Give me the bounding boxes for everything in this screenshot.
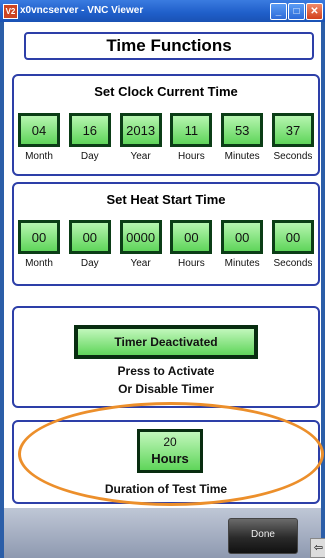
clock-year-button[interactable]: 2013 (119, 113, 162, 147)
heat-month-button[interactable]: 00 (18, 220, 60, 254)
clock-hours-field: 11 Hours (170, 113, 213, 162)
clock-day-button[interactable]: 16 (68, 113, 111, 147)
heat-day-field: 00 Day (68, 220, 111, 269)
clock-panel: Set Clock Current Time 04 Month 16 Day 2… (12, 74, 320, 176)
timer-instruction-line1: Press to Activate (117, 364, 215, 378)
timer-instruction-line2: Or Disable Timer (118, 382, 214, 396)
heat-minutes-label: Minutes (224, 258, 260, 269)
clock-minutes-label: Minutes (224, 151, 260, 162)
clock-year-label: Year (130, 151, 151, 162)
clock-day-label: Day (80, 151, 99, 162)
minimize-button[interactable]: _ (270, 3, 287, 20)
page-title: Time Functions (24, 32, 314, 60)
heat-start-panel: Set Heat Start Time 00 Month 00 Day 0000… (12, 182, 320, 286)
heat-hours-field: 00 Hours (170, 220, 213, 269)
heat-fields: 00 Month 00 Day 0000 Year 00 Hours 00 Mi… (18, 220, 314, 269)
heat-year-field: 0000 Year (119, 220, 162, 269)
clock-panel-title: Set Clock Current Time (94, 84, 238, 99)
duration-unit: Hours (151, 451, 189, 466)
duration-button[interactable]: 20 Hours (137, 429, 203, 473)
heat-hours-label: Hours (178, 258, 205, 269)
clock-fields: 04 Month 16 Day 2013 Year 11 Hours 53 Mi… (18, 113, 314, 162)
heat-day-label: Day (80, 258, 99, 269)
clock-hours-label: Hours (178, 151, 205, 162)
heat-seconds-field: 00 Seconds (271, 220, 314, 269)
vnc-app-icon: V2 (3, 4, 18, 19)
duration-panel: 20 Hours Duration of Test Time (12, 420, 320, 504)
heat-minutes-button[interactable]: 00 (221, 220, 264, 254)
clock-hours-button[interactable]: 11 (170, 113, 213, 147)
done-button[interactable]: Done (228, 518, 298, 554)
clock-year-field: 2013 Year (119, 113, 162, 162)
clock-minutes-button[interactable]: 53 (221, 113, 264, 147)
heat-month-label: Month (25, 258, 53, 269)
clock-month-label: Month (25, 151, 53, 162)
back-arrow-icon[interactable]: ⇦ (310, 538, 325, 558)
heat-seconds-button[interactable]: 00 (271, 220, 314, 254)
heat-minutes-field: 00 Minutes (221, 220, 264, 269)
window-titlebar: V2 x0vncserver - VNC Viewer _ □ ✕ (0, 0, 325, 22)
timer-toggle-button[interactable]: Timer Deactivated (74, 325, 258, 359)
heat-year-label: Year (130, 258, 151, 269)
clock-minutes-field: 53 Minutes (221, 113, 264, 162)
heat-day-button[interactable]: 00 (68, 220, 111, 254)
heat-hours-button[interactable]: 00 (170, 220, 213, 254)
clock-seconds-field: 37 Seconds (271, 113, 314, 162)
timer-panel: Timer Deactivated Press to Activate Or D… (12, 306, 320, 408)
clock-day-field: 16 Day (68, 113, 111, 162)
heat-month-field: 00 Month (18, 220, 60, 269)
app-screen: Time Functions Set Clock Current Time 04… (4, 22, 321, 558)
window-title: x0vncserver - VNC Viewer (20, 5, 144, 16)
heat-seconds-label: Seconds (273, 258, 313, 269)
clock-seconds-label: Seconds (273, 151, 313, 162)
heat-panel-title: Set Heat Start Time (106, 192, 226, 207)
clock-seconds-button[interactable]: 37 (271, 113, 314, 147)
duration-value: 20 (163, 435, 177, 449)
duration-caption: Duration of Test Time (104, 482, 228, 496)
clock-month-field: 04 Month (18, 113, 60, 162)
clock-month-button[interactable]: 04 (18, 113, 60, 147)
close-button[interactable]: ✕ (306, 3, 323, 20)
heat-year-button[interactable]: 0000 (119, 220, 162, 254)
maximize-button[interactable]: □ (288, 3, 305, 20)
